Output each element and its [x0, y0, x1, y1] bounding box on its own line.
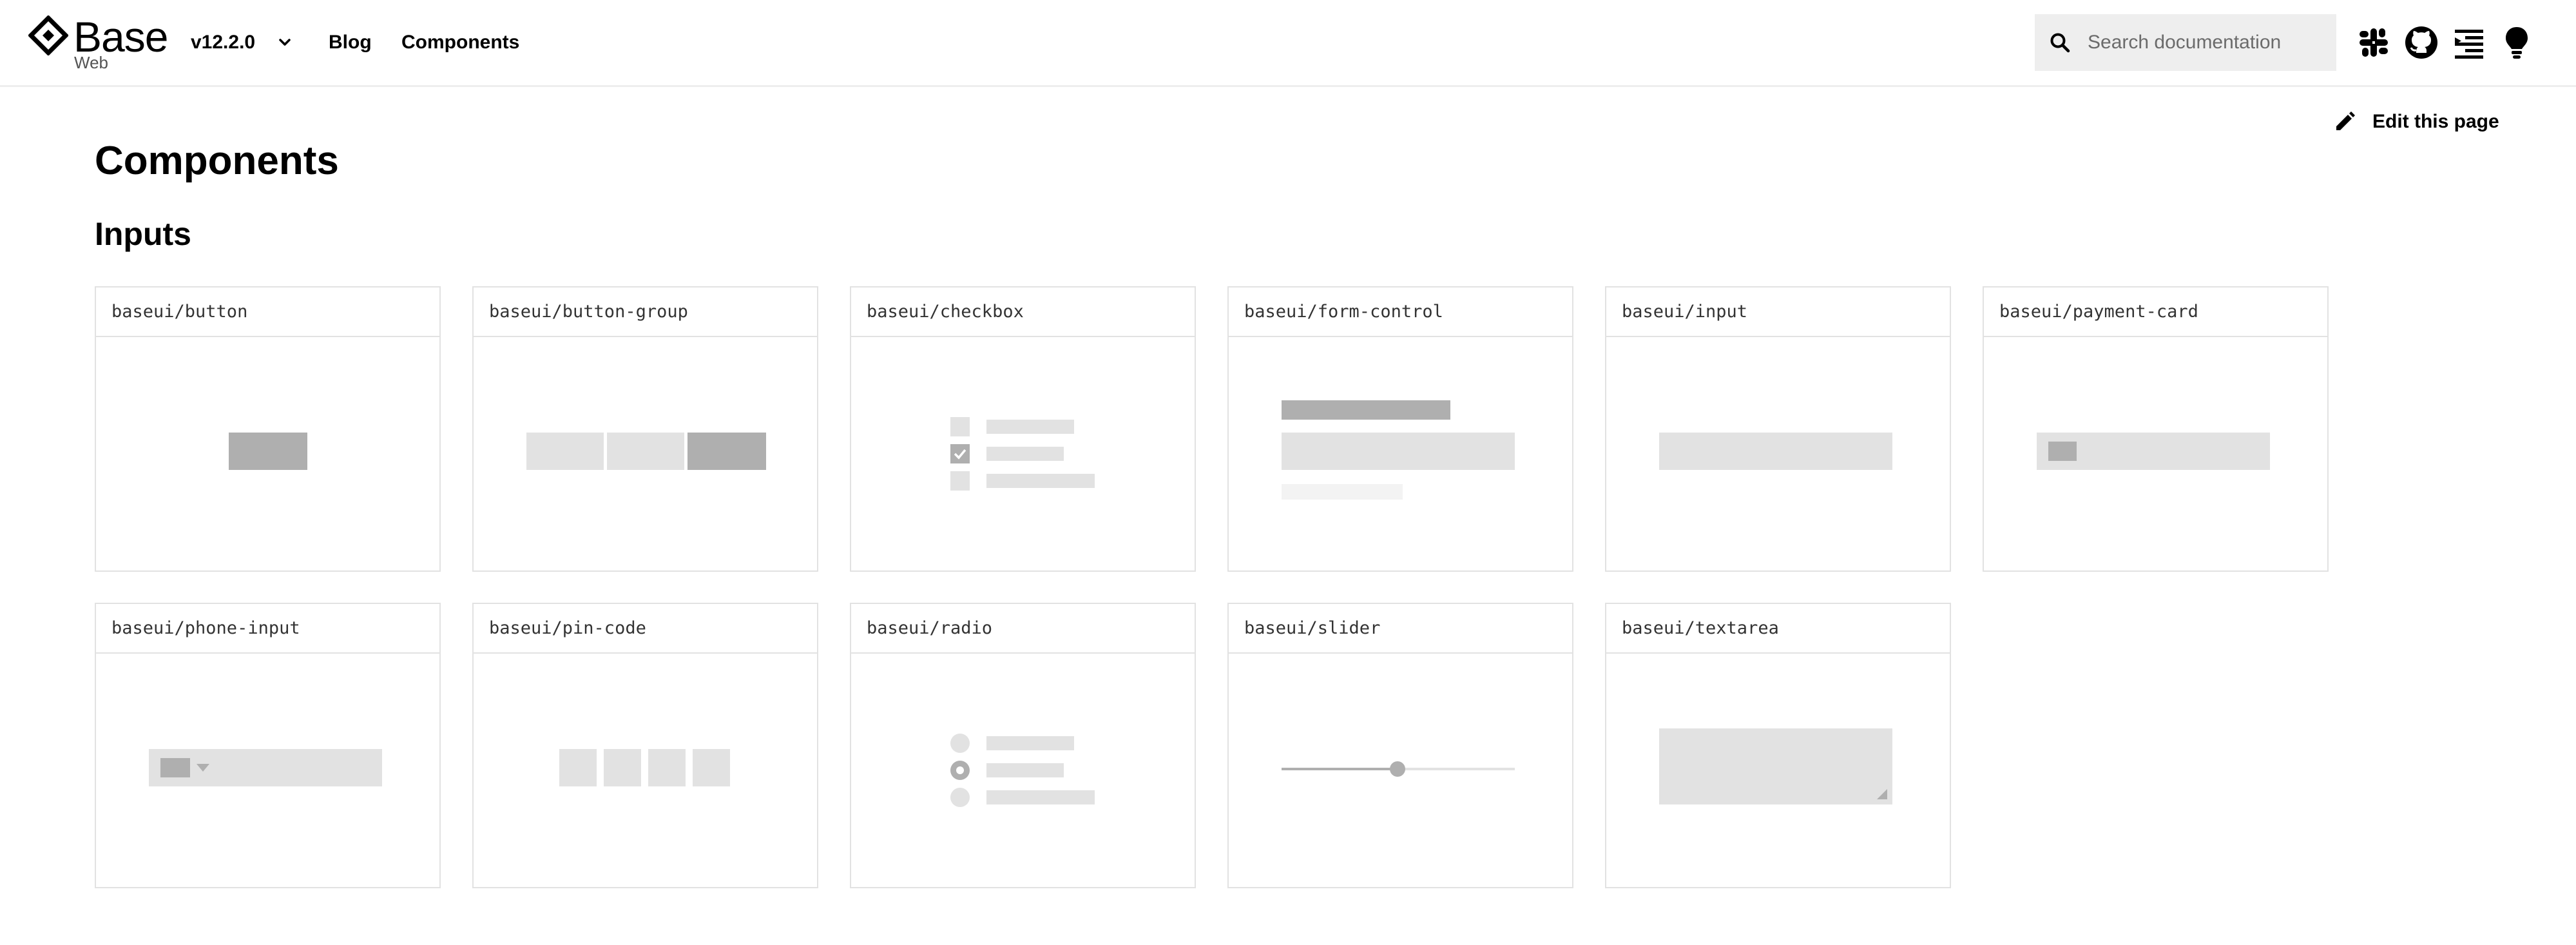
- component-card-button[interactable]: baseui/button: [95, 286, 441, 572]
- base-diamond-icon: [28, 15, 68, 55]
- github-icon[interactable]: [2403, 24, 2439, 61]
- card-title: baseui/payment-card: [1984, 287, 2327, 337]
- rtl-toggle-icon[interactable]: [2451, 24, 2487, 61]
- component-card-slider[interactable]: baseui/slider: [1227, 603, 1573, 888]
- button-preview: [96, 337, 439, 570]
- slack-icon[interactable]: [2356, 24, 2392, 61]
- card-title: baseui/phone-input: [96, 604, 439, 654]
- base-web-logo[interactable]: Base Web: [28, 13, 170, 74]
- nav-components-link[interactable]: Components: [401, 30, 519, 55]
- search-placeholder: Search documentation: [2088, 32, 2282, 53]
- card-title: baseui/slider: [1229, 604, 1572, 654]
- component-card-pin-code[interactable]: baseui/pin-code: [472, 603, 818, 888]
- radio-preview: [851, 654, 1195, 887]
- form-control-preview: [1229, 337, 1572, 570]
- card-title: baseui/button-group: [474, 287, 817, 337]
- component-card-radio[interactable]: baseui/radio: [850, 603, 1196, 888]
- card-title: baseui/textarea: [1606, 604, 1950, 654]
- card-title: baseui/checkbox: [851, 287, 1195, 337]
- checkbox-preview: [851, 337, 1195, 570]
- top-header: Base Web v12.2.0 Blog Components Search …: [0, 0, 2576, 87]
- triangle-down-icon: [197, 764, 209, 772]
- input-preview: [1606, 337, 1950, 570]
- button-group-preview: [474, 337, 817, 570]
- card-title: baseui/radio: [851, 604, 1195, 654]
- pencil-icon: [2336, 112, 2355, 130]
- payment-card-preview: [1984, 337, 2327, 570]
- pin-code-preview: [474, 654, 817, 887]
- component-card-form-control[interactable]: baseui/form-control: [1227, 286, 1573, 572]
- search-icon: [2050, 33, 2070, 53]
- chevron-down-icon: [279, 39, 291, 46]
- card-title: baseui/input: [1606, 287, 1950, 337]
- card-title: baseui/button: [96, 287, 439, 337]
- card-title: baseui/pin-code: [474, 604, 817, 654]
- slider-preview: [1229, 654, 1572, 887]
- component-card-phone-input[interactable]: baseui/phone-input: [95, 603, 441, 888]
- component-card-button-group[interactable]: baseui/button-group: [472, 286, 818, 572]
- phone-input-preview: [96, 654, 439, 887]
- check-icon: [954, 449, 966, 460]
- edit-this-page-label: Edit this page: [2372, 111, 2499, 132]
- edit-this-page-link[interactable]: Edit this page: [2332, 110, 2499, 134]
- version-selector[interactable]: v12.2.0: [191, 30, 293, 55]
- logo-subtext: Web: [74, 53, 108, 72]
- section-title-inputs: Inputs: [95, 216, 191, 252]
- lightbulb-icon[interactable]: [2499, 24, 2535, 61]
- page-title: Components: [95, 139, 339, 183]
- search-input[interactable]: Search documentation: [2035, 14, 2336, 71]
- version-label: v12.2.0: [191, 32, 256, 53]
- component-card-checkbox[interactable]: baseui/checkbox: [850, 286, 1196, 572]
- nav-blog-link[interactable]: Blog: [329, 30, 372, 55]
- textarea-preview: [1606, 654, 1950, 887]
- component-card-payment-card[interactable]: baseui/payment-card: [1983, 286, 2329, 572]
- card-title: baseui/form-control: [1229, 287, 1572, 337]
- logo-text: Base: [73, 13, 168, 61]
- component-card-textarea[interactable]: baseui/textarea: [1605, 603, 1951, 888]
- component-card-input[interactable]: baseui/input: [1605, 286, 1951, 572]
- resize-handle-icon: [1877, 789, 1887, 799]
